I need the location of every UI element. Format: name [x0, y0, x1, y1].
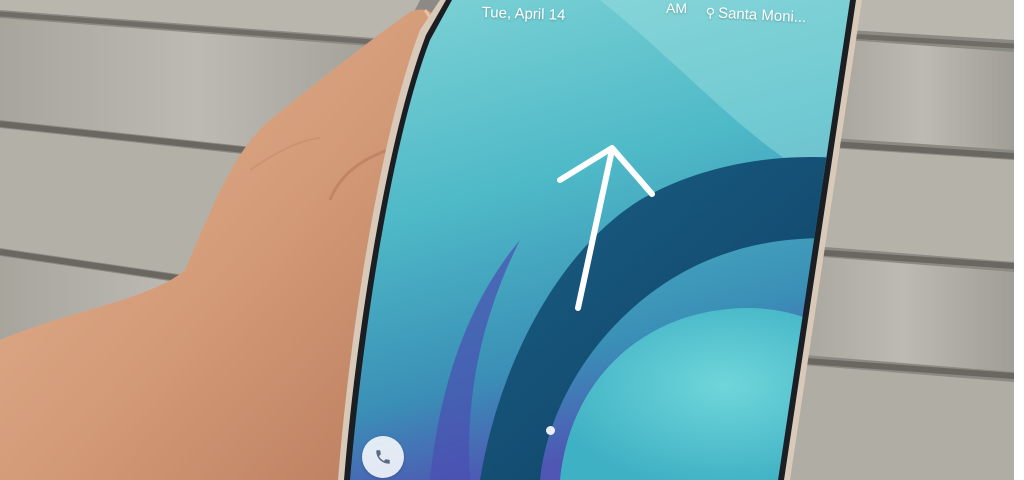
phone-shortcut-button[interactable]: [362, 436, 404, 478]
lock-screen-ampm: AM: [666, 0, 687, 16]
image-edge: [1014, 0, 1024, 480]
lock-screen-date: Tue, April 14: [481, 4, 566, 24]
scene-graphics: [0, 0, 1015, 480]
location-pin-icon: ⚲: [705, 4, 716, 21]
photo-scene: Tue, April 14 AM ⚲ Santa Moni...: [0, 0, 1024, 480]
page-indicator-dot: [546, 426, 555, 435]
phone-icon: [376, 450, 390, 464]
